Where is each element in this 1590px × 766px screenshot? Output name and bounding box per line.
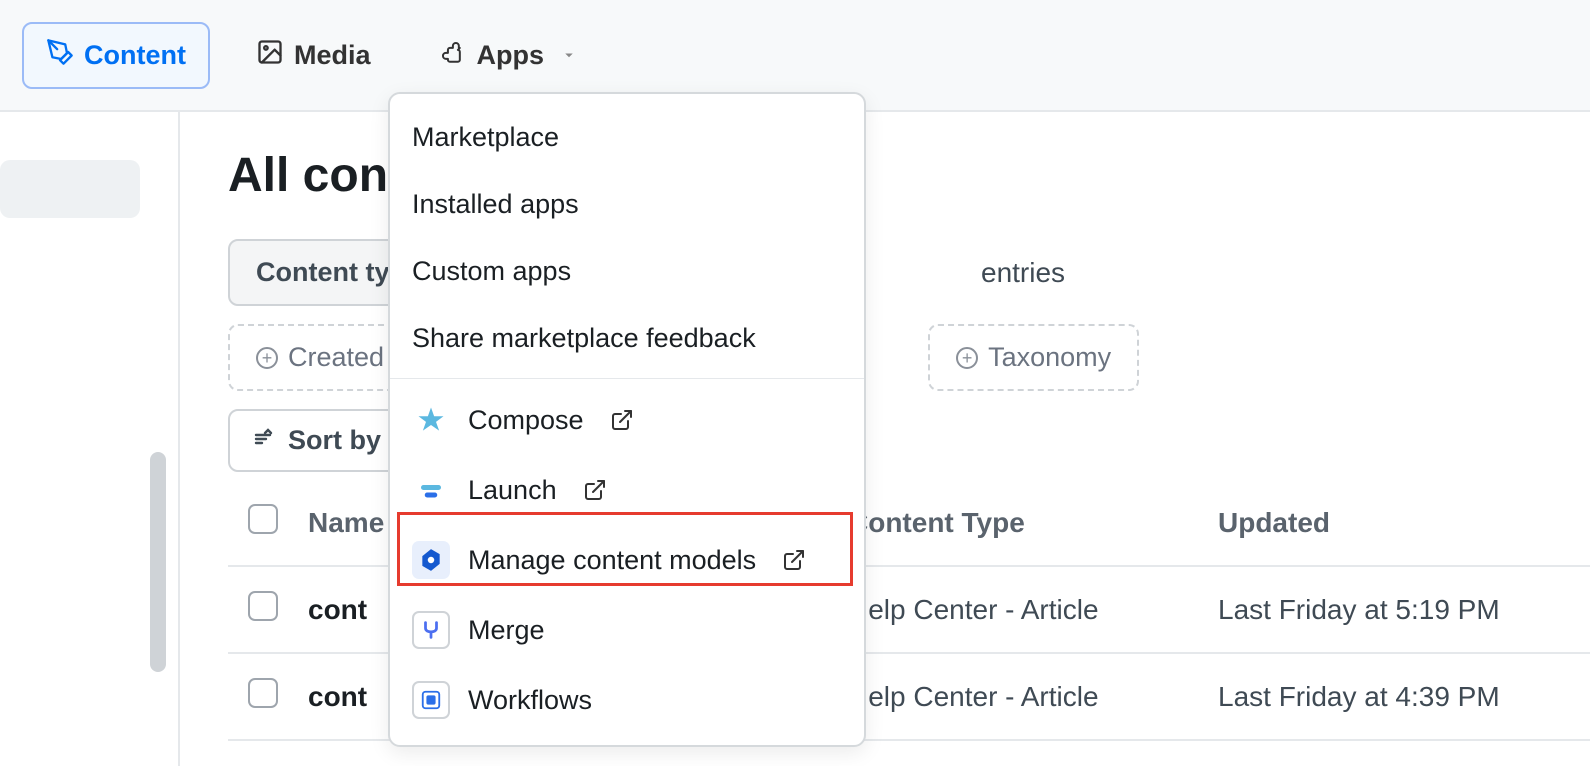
nav-tab-apps-label: Apps — [477, 40, 545, 71]
row-checkbox[interactable] — [248, 678, 278, 708]
filter-taxonomy[interactable]: + Taxonomy — [928, 324, 1139, 391]
dropdown-item-marketplace[interactable]: Marketplace — [390, 104, 864, 171]
external-link-icon — [782, 548, 806, 572]
filter-label: Taxonomy — [988, 342, 1111, 373]
dropdown-item-label: Workflows — [468, 685, 592, 716]
workflows-icon — [412, 681, 450, 719]
dropdown-item-label: Custom apps — [412, 256, 571, 287]
dropdown-item-label: Launch — [468, 475, 557, 506]
pen-icon — [46, 38, 74, 73]
header-updated[interactable]: Updated — [1218, 480, 1590, 566]
apps-dropdown: Marketplace Installed apps Custom apps S… — [388, 92, 866, 747]
sidebar-scrollbar[interactable] — [150, 452, 166, 672]
dropdown-item-label: Marketplace — [412, 122, 559, 153]
hexagon-icon — [412, 541, 450, 579]
nav-tab-content-label: Content — [84, 40, 186, 71]
dropdown-item-custom-apps[interactable]: Custom apps — [390, 238, 864, 305]
sort-label: Sort by — [288, 425, 381, 456]
dropdown-item-compose[interactable]: Compose — [390, 385, 864, 455]
cell-updated: Last Friday at 4:39 PM — [1218, 653, 1590, 740]
dropdown-item-installed-apps[interactable]: Installed apps — [390, 171, 864, 238]
select-all-checkbox[interactable] — [248, 504, 278, 534]
compose-icon — [412, 401, 450, 439]
nav-tab-media[interactable]: Media — [234, 24, 393, 87]
sort-button[interactable]: Sort by — [228, 409, 405, 472]
dropdown-item-label: Manage content models — [468, 545, 756, 576]
dropdown-item-share-feedback[interactable]: Share marketplace feedback — [390, 305, 864, 372]
launch-icon — [412, 471, 450, 509]
cell-updated: Last Friday at 5:19 PM — [1218, 566, 1590, 653]
row-checkbox[interactable] — [248, 591, 278, 621]
external-link-icon — [610, 408, 634, 432]
plus-circle-icon: + — [256, 347, 278, 369]
caret-down-icon — [560, 40, 578, 71]
dropdown-item-label: Share marketplace feedback — [412, 323, 756, 354]
sidebar — [0, 112, 180, 766]
nav-tab-content[interactable]: Content — [22, 22, 210, 89]
cell-content-type: Help Center - Article — [848, 566, 1218, 653]
dropdown-item-manage-content-models[interactable]: Manage content models — [390, 525, 864, 595]
nav-tab-media-label: Media — [294, 40, 371, 71]
dropdown-item-label: Installed apps — [412, 189, 579, 220]
dropdown-item-label: Merge — [468, 615, 545, 646]
entries-label: entries — [981, 257, 1065, 289]
puzzle-icon — [439, 38, 467, 73]
sidebar-item-selected[interactable] — [0, 160, 140, 218]
plus-circle-icon: + — [956, 347, 978, 369]
merge-icon — [412, 611, 450, 649]
dropdown-item-workflows[interactable]: Workflows — [390, 665, 864, 735]
dropdown-item-launch[interactable]: Launch — [390, 455, 864, 525]
header-content-type[interactable]: Content Type — [848, 480, 1218, 566]
cell-content-type: Help Center - Article — [848, 653, 1218, 740]
image-icon — [256, 38, 284, 73]
dropdown-divider — [390, 378, 864, 379]
nav-tab-apps[interactable]: Apps — [417, 24, 601, 87]
external-link-icon — [583, 478, 607, 502]
sort-icon — [252, 425, 276, 456]
dropdown-item-merge[interactable]: Merge — [390, 595, 864, 665]
dropdown-item-label: Compose — [468, 405, 584, 436]
